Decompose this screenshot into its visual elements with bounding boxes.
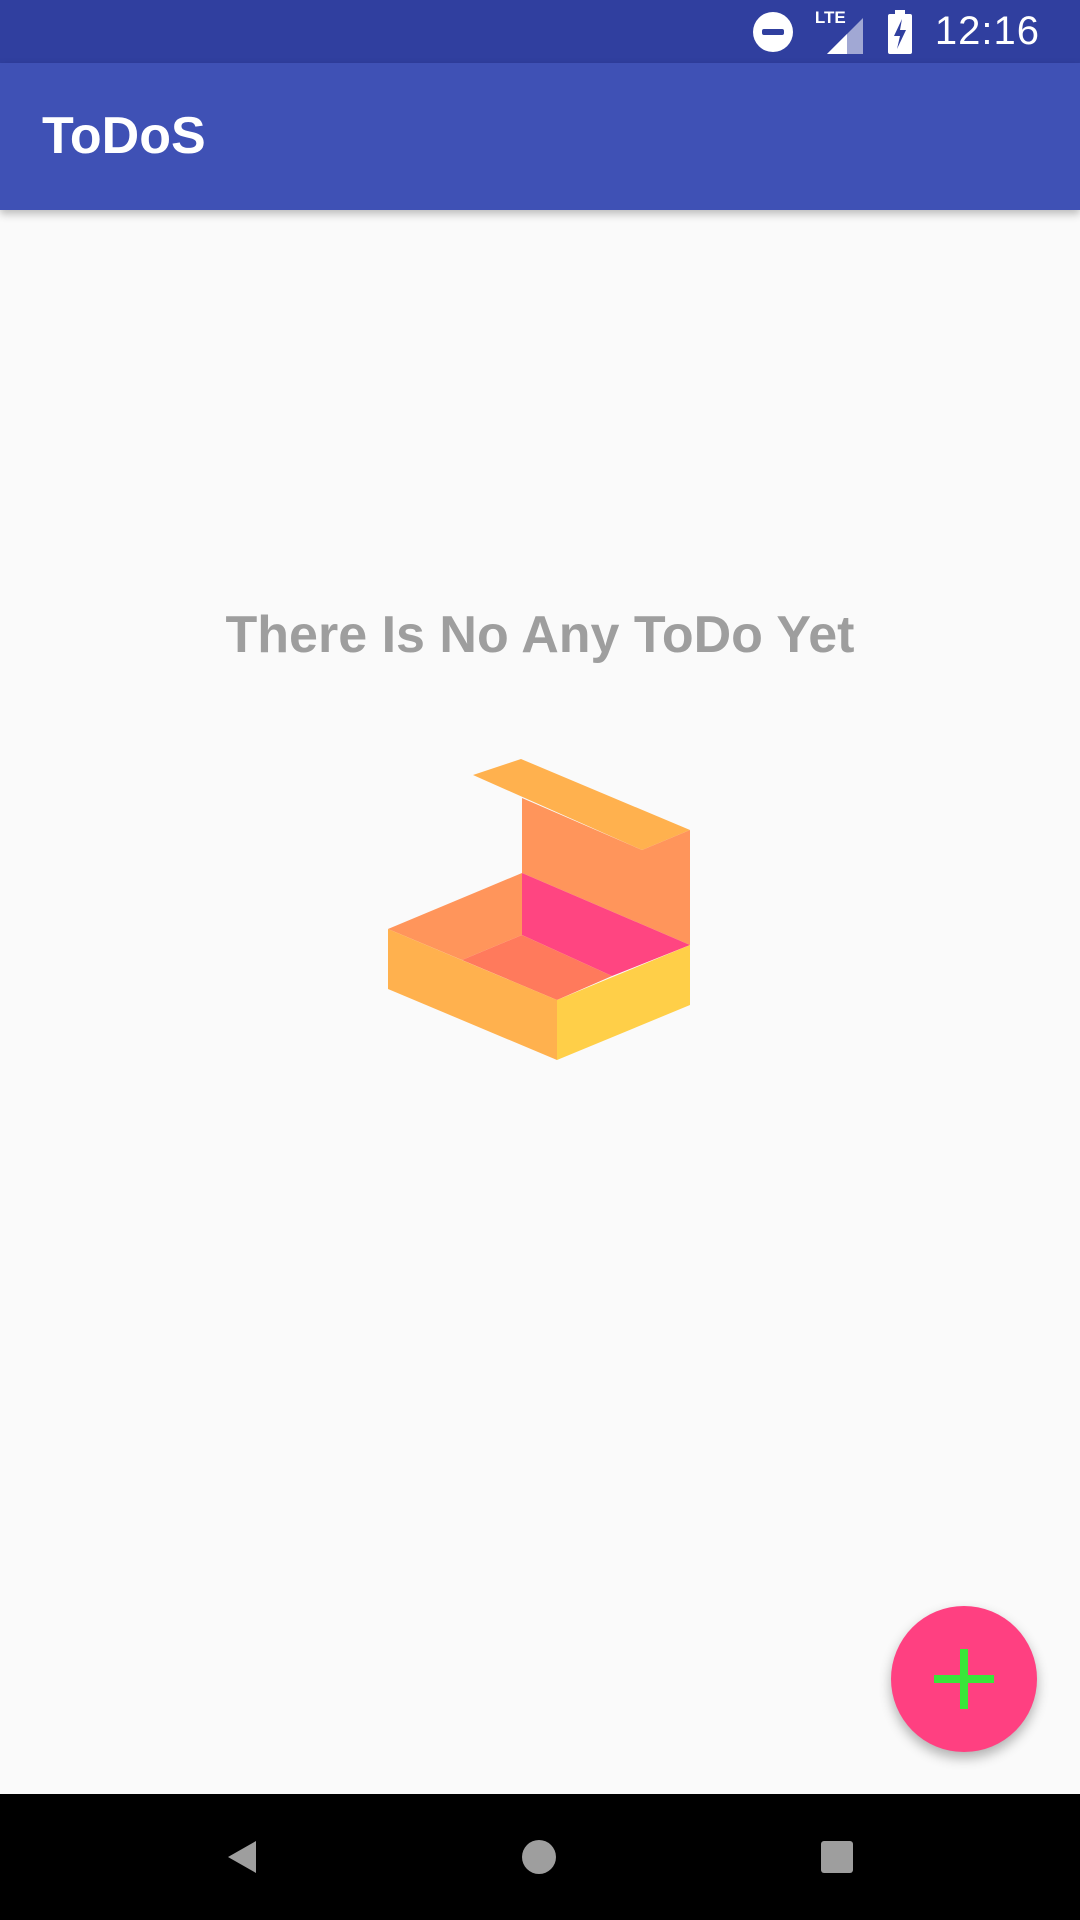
status-bar: LTE 12:16 (0, 0, 1080, 63)
home-button[interactable] (509, 1827, 569, 1887)
plus-icon (931, 1646, 997, 1712)
home-icon (519, 1837, 559, 1877)
empty-state-message: There Is No Any ToDo Yet (225, 606, 855, 664)
app-title: ToDoS (42, 107, 206, 165)
open-box-icon (380, 755, 700, 1065)
navigation-bar (0, 1794, 1080, 1920)
back-icon (222, 1837, 262, 1877)
battery-charging-icon (887, 9, 913, 54)
lte-signal-icon: LTE (814, 7, 865, 54)
status-icons: LTE 12:16 (752, 0, 1040, 63)
back-button[interactable] (212, 1827, 272, 1887)
status-time: 12:16 (934, 9, 1040, 53)
network-type-label: LTE (814, 7, 846, 27)
recents-icon (817, 1837, 857, 1877)
add-todo-button[interactable] (891, 1606, 1037, 1752)
screen: LTE 12:16 ToDoS There Is No Any ToDo Yet (0, 0, 1080, 1920)
app-bar: ToDoS (0, 63, 1080, 210)
do-not-disturb-icon (752, 11, 793, 52)
recents-button[interactable] (807, 1827, 867, 1887)
